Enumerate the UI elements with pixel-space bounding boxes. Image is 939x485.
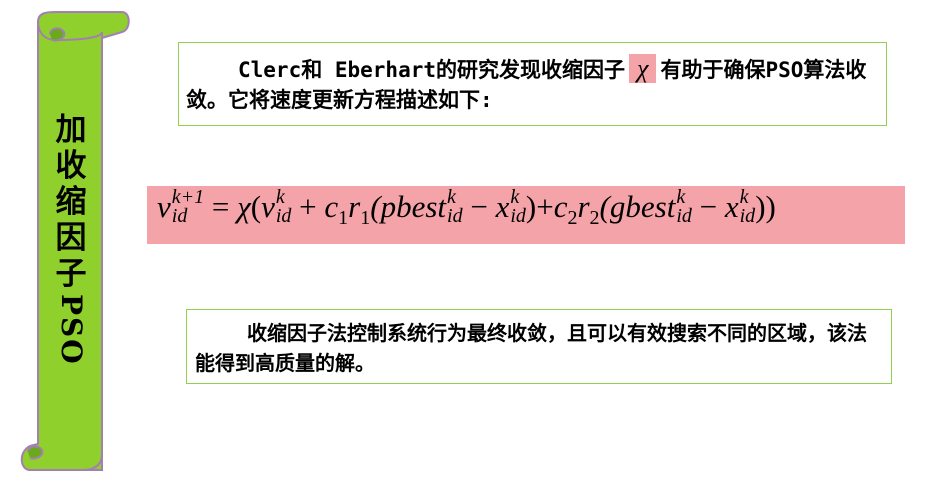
formula-r2-sub: 2 (589, 207, 600, 229)
formula-equals: = (211, 189, 230, 224)
formula-v-var: v (261, 189, 275, 224)
scroll-title-chinese: 加收缩因子 (55, 112, 87, 292)
formula-pbest: (pbest (370, 189, 447, 224)
formula-open-paren: ( (250, 189, 262, 224)
formula-close-2: )) (755, 189, 776, 224)
formula-x2-scripts: k id (739, 187, 756, 227)
scroll-title: 加收缩因子 PSO (45, 112, 97, 366)
formula-c2: c (553, 189, 568, 224)
formula-minus-2: − (699, 189, 718, 224)
conclusion-text: 收缩因子法控制系统行为最终收敛，且可以有效搜索不同的区域，该法能得到高质量的解。 (195, 321, 867, 375)
formula-lhs-scripts: k+1 id (171, 187, 204, 227)
formula-minus-1: − (470, 189, 488, 224)
formula-c1-sub: 1 (338, 207, 349, 229)
intro-text: Clerc和 Eberhart的研究发现收缩因子 χ 有助于确保PSO算法收敛。它将… (186, 54, 880, 115)
formula-x1-var: x (495, 189, 510, 224)
scroll-banner: 加收缩因子 PSO (0, 0, 140, 481)
scroll-title-latin: PSO (55, 294, 88, 366)
formula-v-scripts: k id (275, 187, 292, 227)
formula-x1-sub: id (510, 204, 526, 227)
formula-r1-sub: 1 (360, 207, 371, 229)
formula-x2-sub: id (739, 204, 756, 227)
formula-v-sub: id (275, 204, 292, 227)
formula-chi: χ (237, 189, 251, 224)
formula-lhs-var: v (157, 189, 171, 224)
chi-symbol-highlight: χ (629, 54, 657, 83)
formula-close-1: ) (525, 189, 537, 224)
formula-pbest-sub: id (447, 204, 463, 227)
formula-pbest-scripts: k id (447, 187, 463, 227)
formula-r1: r (348, 189, 361, 224)
formula-plus-2: + (536, 189, 554, 224)
velocity-update-formula: v k+1 id = χ(v k id + c1r1(pbest k id − x k id)+… (147, 186, 905, 244)
formula-r2: r (577, 189, 590, 224)
formula-gbest: (gbest (599, 189, 676, 224)
intro-box: Clerc和 Eberhart的研究发现收缩因子 χ 有助于确保PSO算法收敛。它将… (178, 42, 887, 126)
formula-gbest-scripts: k id (676, 187, 692, 227)
formula-plus-1: + (299, 189, 317, 224)
formula-c2-sub: 2 (567, 207, 578, 229)
intro-text-before: Clerc和 Eberhart的研究发现收缩因子 (238, 58, 626, 82)
formula-x1-scripts: k id (510, 187, 526, 227)
formula-x2-var: x (724, 189, 739, 224)
formula-lhs-sub: id (171, 204, 188, 227)
formula-gbest-sub: id (676, 204, 692, 227)
conclusion-box: 收缩因子法控制系统行为最终收敛，且可以有效搜索不同的区域，该法能得到高质量的解。 (186, 309, 892, 384)
formula-c1: c (324, 189, 339, 224)
